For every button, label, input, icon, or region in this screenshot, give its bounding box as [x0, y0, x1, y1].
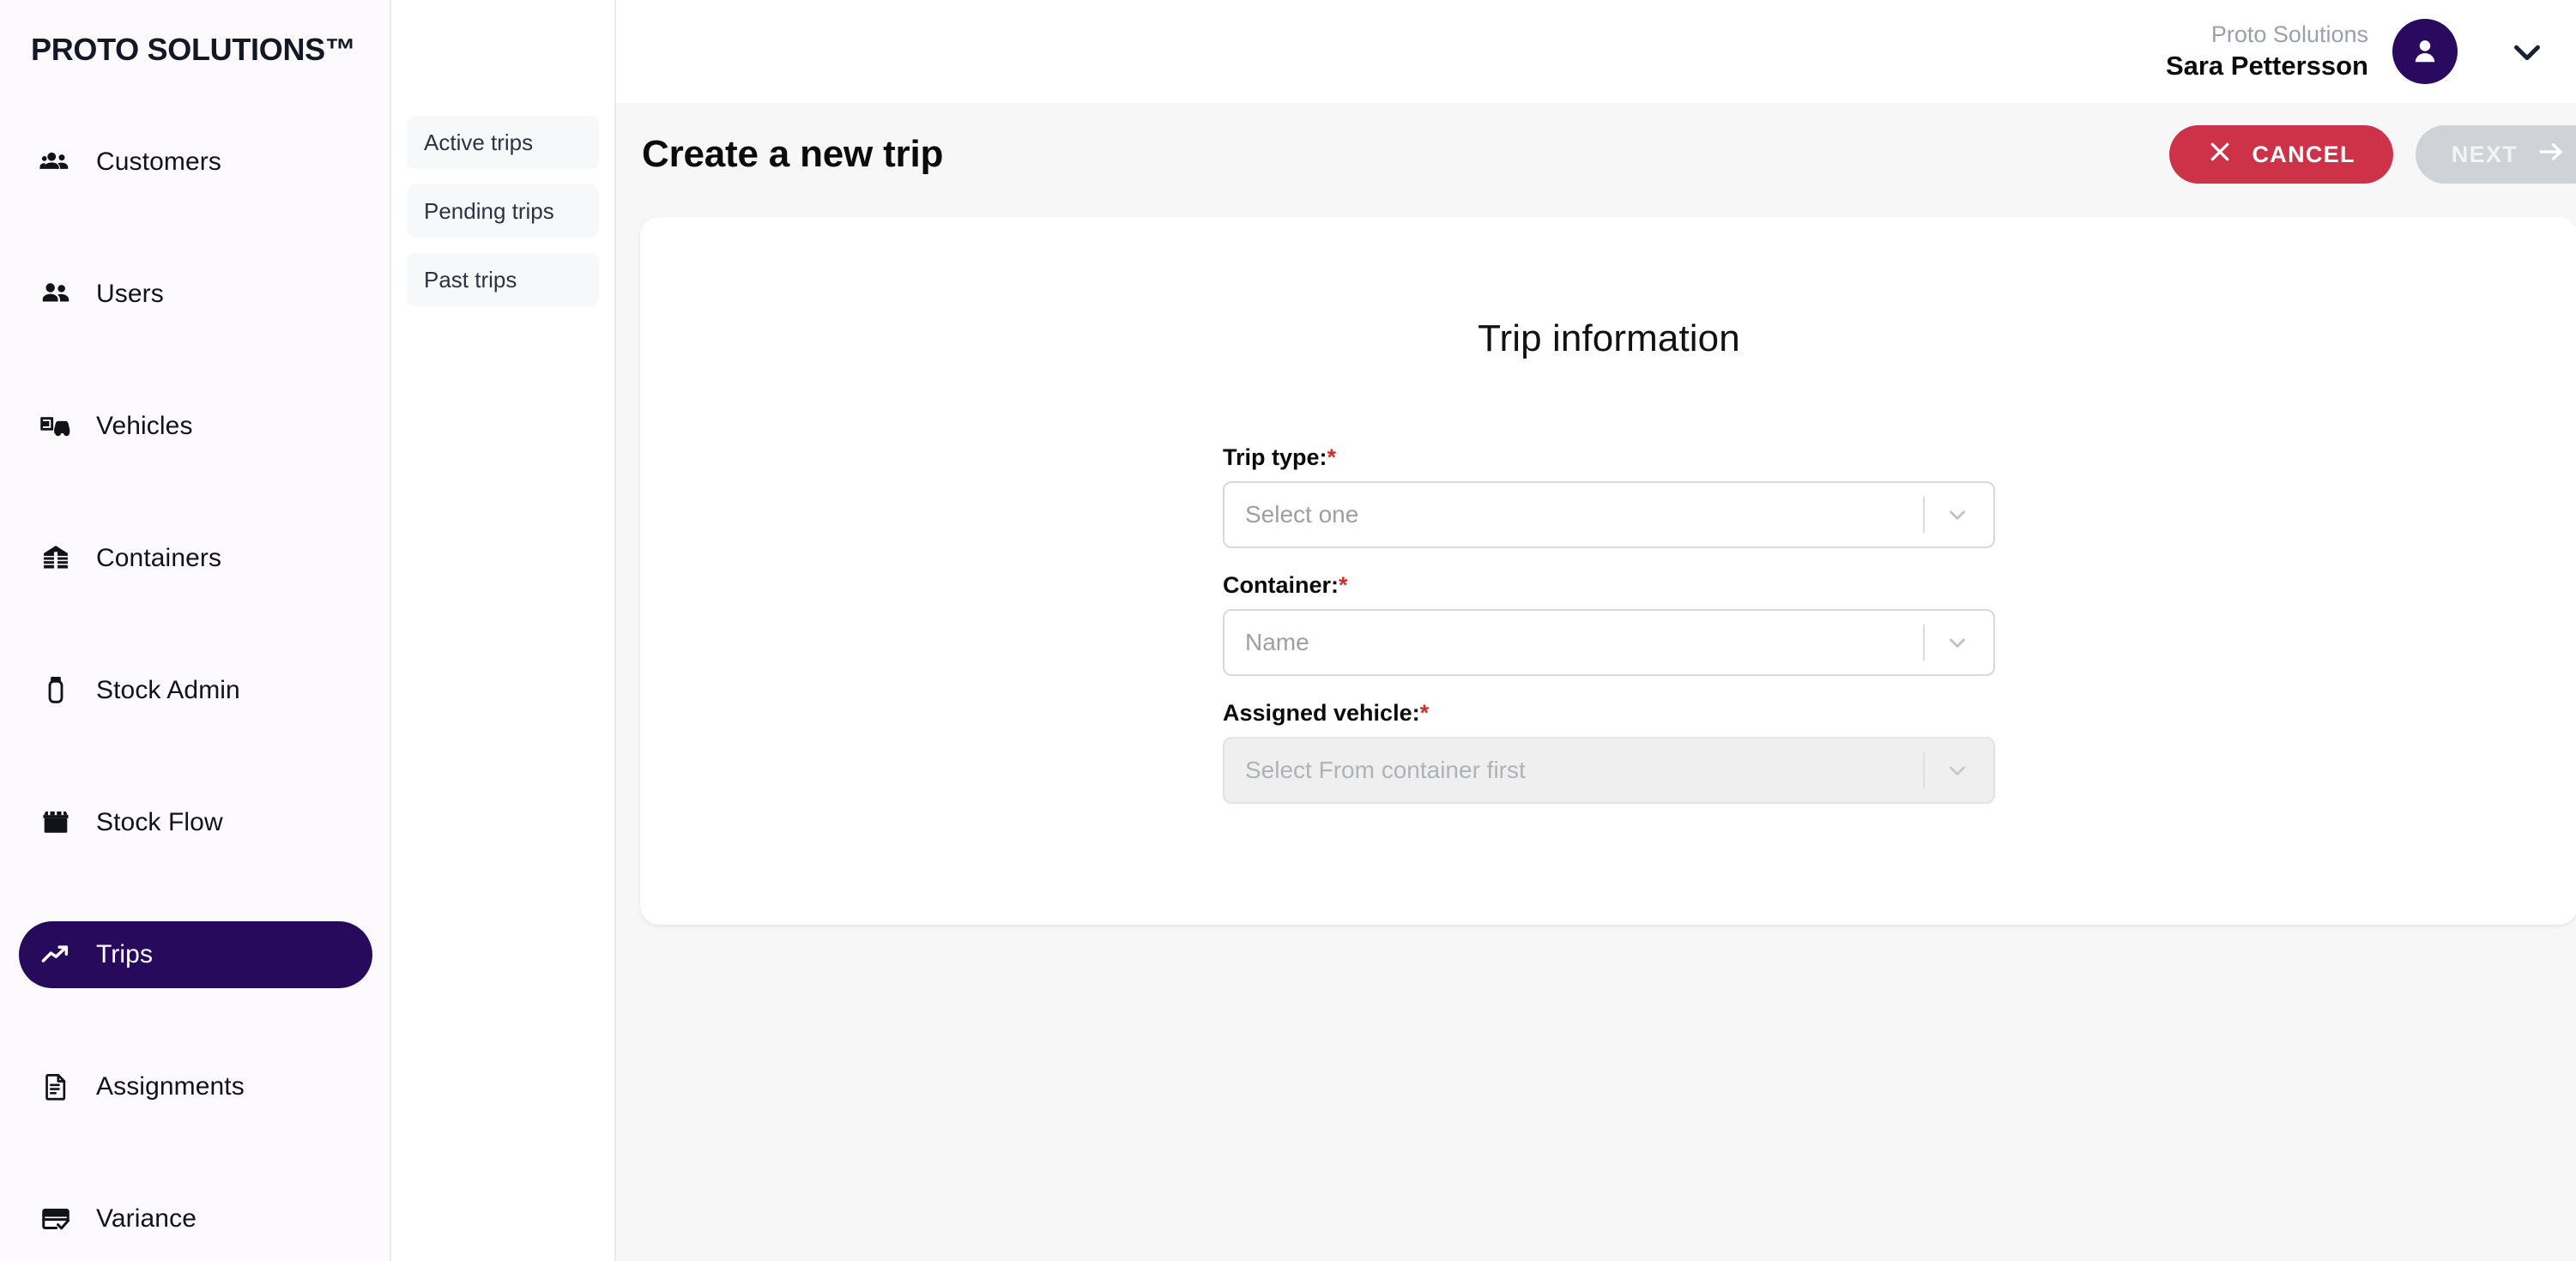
field-label-text: Trip type: — [1223, 444, 1327, 470]
variance-icon — [38, 1201, 74, 1237]
page-title: Create a new trip — [642, 132, 944, 175]
subnav-item-label: Pending trips — [424, 197, 554, 224]
field-trip-type: Trip type:* Select one — [1223, 444, 1995, 548]
trips-subnav: Active trips Pending trips Past trips — [391, 0, 616, 1261]
user-avatar-icon[interactable] — [2392, 19, 2458, 84]
field-assigned-vehicle: Assigned vehicle:* Select From container… — [1223, 700, 1995, 804]
required-marker: * — [1419, 700, 1430, 726]
next-button[interactable]: NEXT — [2415, 125, 2576, 184]
subnav-item-label: Past trips — [424, 266, 517, 293]
content-surface: Create a new trip CANCEL NEXT Trip infor… — [616, 103, 2576, 1261]
sidebar-item-label: Containers — [96, 544, 222, 572]
cancel-button[interactable]: CANCEL — [2169, 125, 2393, 184]
field-label-assigned-vehicle: Assigned vehicle:* — [1223, 700, 1995, 727]
sidebar-item-label: Stock Admin — [96, 676, 240, 704]
chevron-down-icon — [1942, 755, 1973, 786]
sidebar-item-variance[interactable]: Variance — [19, 1186, 372, 1252]
user-menu[interactable]: Proto Solutions Sara Pettersson — [2166, 0, 2576, 103]
sidebar-item-vehicles[interactable]: Vehicles — [19, 393, 372, 460]
field-label-text: Assigned vehicle: — [1223, 700, 1420, 726]
sidebar-item-assignments[interactable]: Assignments — [19, 1053, 372, 1120]
subnav-item-label: Active trips — [424, 129, 534, 155]
users-icon — [38, 276, 74, 312]
sidebar-item-label: Stock Flow — [96, 808, 223, 836]
primary-nav: Customers Users Vehicles Containers Stoc… — [0, 129, 390, 1252]
sidebar-item-label: Variance — [96, 1204, 197, 1233]
cancel-button-label: CANCEL — [2252, 141, 2355, 167]
assigned-vehicle-placeholder: Select From container first — [1245, 757, 1526, 783]
trip-type-placeholder: Select one — [1245, 501, 1359, 528]
subnav-item-past-trips[interactable]: Past trips — [407, 253, 599, 306]
trips-icon — [38, 937, 74, 973]
sidebar-item-stock-admin[interactable]: Stock Admin — [19, 657, 372, 724]
assigned-vehicle-select: Select From container first — [1223, 737, 1995, 804]
container-placeholder: Name — [1245, 629, 1309, 655]
vehicles-icon — [38, 408, 74, 444]
containers-icon — [38, 540, 74, 576]
field-label-text: Container: — [1223, 572, 1339, 598]
trip-type-select[interactable]: Select one — [1223, 481, 1995, 548]
next-button-label: NEXT — [2451, 141, 2518, 167]
user-name: Sara Pettersson — [2165, 50, 2368, 81]
main-content: Create a new trip CANCEL NEXT Trip infor… — [616, 0, 2576, 1261]
field-container: Container:* Name — [1223, 572, 1995, 676]
sidebar-item-label: Trips — [96, 940, 154, 968]
page-header: Create a new trip CANCEL NEXT — [616, 103, 2576, 205]
stock-flow-icon — [38, 805, 74, 841]
primary-sidebar: PROTO SOLUTIONS™ Customers Users Vehicle… — [0, 0, 391, 1261]
select-separator — [1923, 624, 1925, 661]
subnav-item-pending-trips[interactable]: Pending trips — [407, 184, 599, 238]
required-marker: * — [1327, 444, 1337, 470]
select-separator — [1923, 497, 1925, 533]
sidebar-item-users[interactable]: Users — [19, 261, 372, 328]
stock-admin-icon — [38, 673, 74, 709]
required-marker: * — [1339, 572, 1348, 598]
user-organization: Proto Solutions — [2210, 21, 2368, 47]
user-info: Proto Solutions Sara Pettersson — [2166, 21, 2368, 83]
arrow-right-icon — [2537, 137, 2566, 172]
trip-information-card: Trip information Trip type:* Select one — [640, 217, 2576, 925]
sidebar-item-label: Assignments — [96, 1072, 245, 1101]
sidebar-item-stock-flow[interactable]: Stock Flow — [19, 789, 372, 856]
field-label-trip-type: Trip type:* — [1223, 444, 1995, 471]
sidebar-item-label: Users — [96, 280, 164, 308]
assignments-icon — [38, 1069, 74, 1105]
select-separator — [1923, 752, 1925, 788]
close-x-icon — [2207, 139, 2233, 171]
sidebar-item-label: Vehicles — [96, 412, 193, 440]
field-label-container: Container:* — [1223, 572, 1995, 599]
sidebar-item-trips[interactable]: Trips — [19, 921, 372, 988]
customers-icon — [38, 144, 74, 180]
sidebar-item-customers[interactable]: Customers — [19, 129, 372, 196]
subnav-item-active-trips[interactable]: Active trips — [407, 116, 599, 169]
sidebar-item-containers[interactable]: Containers — [19, 525, 372, 592]
chevron-down-icon[interactable] — [1942, 627, 1973, 658]
container-select[interactable]: Name — [1223, 609, 1995, 676]
brand-logo: PROTO SOLUTIONS™ — [31, 32, 356, 67]
trip-form: Trip type:* Select one Container:* Name … — [1223, 444, 1995, 804]
sidebar-item-label: Customers — [96, 148, 221, 176]
card-title: Trip information — [1478, 317, 1740, 359]
header-actions: CANCEL NEXT — [2169, 125, 2576, 184]
chevron-down-icon[interactable] — [2500, 25, 2554, 78]
app-root: PROTO SOLUTIONS™ Customers Users Vehicle… — [0, 0, 2576, 1261]
chevron-down-icon[interactable] — [1942, 499, 1973, 530]
